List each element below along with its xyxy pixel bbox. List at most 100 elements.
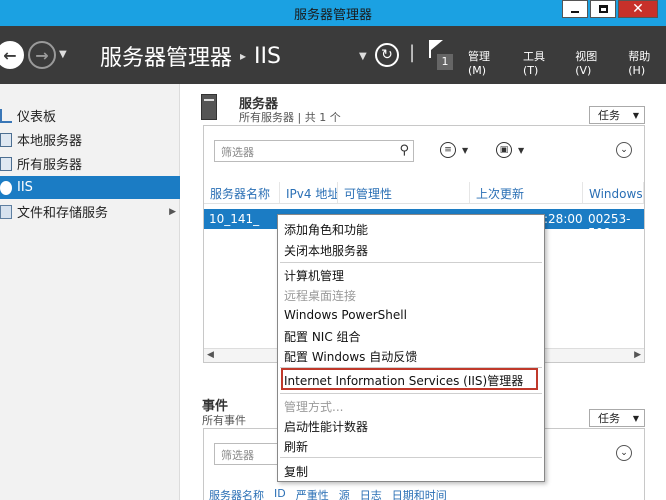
minimize-button[interactable] — [562, 0, 588, 18]
menu-item-iis-manager[interactable]: Internet Information Services (IIS)管理器 — [284, 372, 523, 389]
iis-icon — [0, 180, 12, 195]
sidebar-item-file-storage[interactable]: 文件和存储服务 ▶ — [0, 200, 180, 223]
maximize-icon — [598, 5, 608, 13]
arrow-right-icon: → — [35, 45, 49, 65]
close-button[interactable]: ✕ — [618, 0, 658, 18]
refresh-button[interactable]: ↻ — [375, 43, 399, 67]
notifications-button[interactable]: 1 — [429, 40, 455, 72]
menu-item-perf-counters[interactable]: 启动性能计数器 — [284, 418, 368, 435]
list-options-button[interactable]: ≡ ▼ — [440, 142, 468, 158]
forward-button[interactable]: → — [28, 41, 56, 69]
breadcrumb-root[interactable]: 服务器管理器 — [100, 40, 232, 72]
window-controls: ✕ — [562, 0, 658, 18]
all-servers-icon — [0, 156, 12, 171]
servers-tasks-button[interactable]: 任务 ▼ — [589, 106, 645, 124]
title-bar: 服务器管理器 ✕ — [0, 0, 666, 26]
maximize-button[interactable] — [590, 0, 616, 18]
column-source[interactable]: 源 — [334, 487, 355, 500]
breadcrumb-separator-icon: ▸ — [240, 49, 247, 63]
context-menu: 添加角色和功能 关闭本地服务器 计算机管理 远程桌面连接 Windows Pow… — [277, 214, 545, 482]
events-tasks-button[interactable]: 任务 ▼ — [589, 409, 645, 427]
menu-view[interactable]: 视图(V) — [575, 48, 612, 77]
arrow-left-icon: ← — [3, 45, 17, 65]
column-datetime[interactable]: 日期和时间 — [387, 487, 452, 500]
menu-item-copy[interactable]: 复制 — [284, 463, 308, 480]
sidebar: 仪表板 本地服务器 所有服务器 IIS 文件和存储服务 ▶ — [0, 84, 180, 500]
column-server-name[interactable]: 服务器名称 — [204, 182, 280, 203]
sidebar-item-label: 文件和存储服务 — [17, 206, 109, 221]
chevron-down-icon: ⌄ — [620, 448, 628, 458]
refresh-icon: ↻ — [381, 47, 393, 63]
sidebar-item-dashboard[interactable]: 仪表板 — [0, 104, 180, 127]
tasks-label: 任务 — [598, 412, 620, 425]
menu-separator — [280, 262, 542, 263]
cell-last-update: :28:00 — [544, 212, 583, 226]
notification-count-badge: 1 — [437, 54, 453, 70]
save-query-button[interactable]: ▣ ▼ — [496, 142, 524, 158]
column-ipv4[interactable]: IPv4 地址 — [280, 182, 338, 203]
breadcrumb-current: IIS — [254, 43, 281, 69]
column-last-update[interactable]: 上次更新 — [470, 182, 583, 203]
menu-separator — [280, 393, 542, 394]
toolbar-divider: | — [409, 42, 416, 63]
filter-placeholder: 筛选器 — [221, 146, 254, 159]
sidebar-item-all-servers[interactable]: 所有服务器 — [0, 152, 180, 175]
column-server-name[interactable]: 服务器名称 — [204, 487, 269, 500]
sidebar-item-label: 本地服务器 — [17, 134, 83, 149]
chevron-down-icon: ▼ — [518, 145, 525, 155]
column-windows-activation[interactable]: Windows 激 — [583, 182, 644, 203]
app-header: ← → ▼ 服务器管理器 ▸ IIS ▼ ↻ | 1 管理(M) 工具(T) 视… — [0, 26, 666, 84]
menu-separator — [280, 457, 542, 458]
back-button[interactable]: ← — [0, 41, 24, 69]
sidebar-item-local-server[interactable]: 本地服务器 — [0, 128, 180, 151]
cell-activation: 00253-500 — [588, 212, 631, 240]
sidebar-item-label: 仪表板 — [17, 110, 57, 125]
menu-item-nic-teaming[interactable]: 配置 NIC 组合 — [284, 328, 361, 345]
menu-help[interactable]: 帮助(H) — [628, 48, 666, 77]
expand-panel-button[interactable]: ⌄ — [616, 142, 632, 158]
save-icon: ▣ — [496, 142, 512, 158]
chevron-down-icon: ▼ — [462, 145, 469, 155]
sidebar-item-label: IIS — [17, 180, 33, 195]
expand-panel-button[interactable]: ⌄ — [616, 445, 632, 461]
events-table-header: 服务器名称 ID 严重性 源 日志 日期和时间 — [204, 487, 452, 500]
column-id[interactable]: ID — [269, 487, 291, 500]
column-severity[interactable]: 严重性 — [291, 487, 334, 500]
menu-item-refresh[interactable]: 刷新 — [284, 438, 308, 455]
menu-item-manage-as: 管理方式... — [284, 400, 344, 414]
close-icon: ✕ — [632, 1, 644, 17]
scroll-right-icon[interactable]: ▶ — [634, 350, 641, 360]
search-icon[interactable]: ⚲ — [399, 143, 409, 158]
scroll-left-icon[interactable]: ◀ — [207, 350, 214, 360]
chevron-down-icon: ▼ — [632, 110, 639, 120]
tasks-label: 任务 — [598, 109, 620, 122]
breadcrumb-dropdown-icon[interactable]: ▼ — [359, 51, 367, 62]
column-manageability[interactable]: 可管理性 — [338, 182, 470, 203]
menu-item-remote-desktop: 远程桌面连接 — [284, 289, 357, 303]
servers-subtitle: 所有服务器 | 共 1 个 — [239, 111, 341, 124]
chevron-down-icon: ▼ — [632, 413, 639, 423]
submenu-arrow-icon: ▶ — [169, 206, 176, 217]
servers-filter-input[interactable]: 筛选器 ⚲ — [214, 140, 414, 162]
cell-server-name: 10_141_ — [209, 212, 260, 226]
minimize-icon — [571, 11, 579, 13]
servers-table-header: 服务器名称 IPv4 地址 可管理性 上次更新 Windows 激 — [204, 182, 644, 204]
menu-item-shutdown[interactable]: 关闭本地服务器 — [284, 242, 368, 259]
chevron-down-icon: ⌄ — [620, 145, 628, 155]
menu-item-auto-feedback[interactable]: 配置 Windows 自动反馈 — [284, 348, 417, 365]
sidebar-item-iis[interactable]: IIS — [0, 176, 180, 199]
menu-manage[interactable]: 管理(M) — [468, 48, 507, 77]
filter-placeholder: 筛选器 — [221, 449, 254, 462]
menu-item-powershell[interactable]: Windows PowerShell — [284, 308, 407, 322]
local-server-icon — [0, 132, 12, 147]
column-log[interactable]: 日志 — [355, 487, 387, 500]
list-options-icon: ≡ — [440, 142, 456, 158]
menu-item-add-roles[interactable]: 添加角色和功能 — [284, 221, 368, 238]
events-subtitle: 所有事件 — [202, 414, 246, 427]
menu-item-computer-management[interactable]: 计算机管理 — [284, 267, 344, 284]
breadcrumb: 服务器管理器 ▸ IIS — [100, 40, 281, 72]
history-dropdown-icon[interactable]: ▼ — [59, 49, 67, 60]
menu-bar: 管理(M) 工具(T) 视图(V) 帮助(H) — [468, 48, 666, 77]
menu-tools[interactable]: 工具(T) — [523, 48, 559, 77]
dashboard-icon — [0, 108, 12, 123]
